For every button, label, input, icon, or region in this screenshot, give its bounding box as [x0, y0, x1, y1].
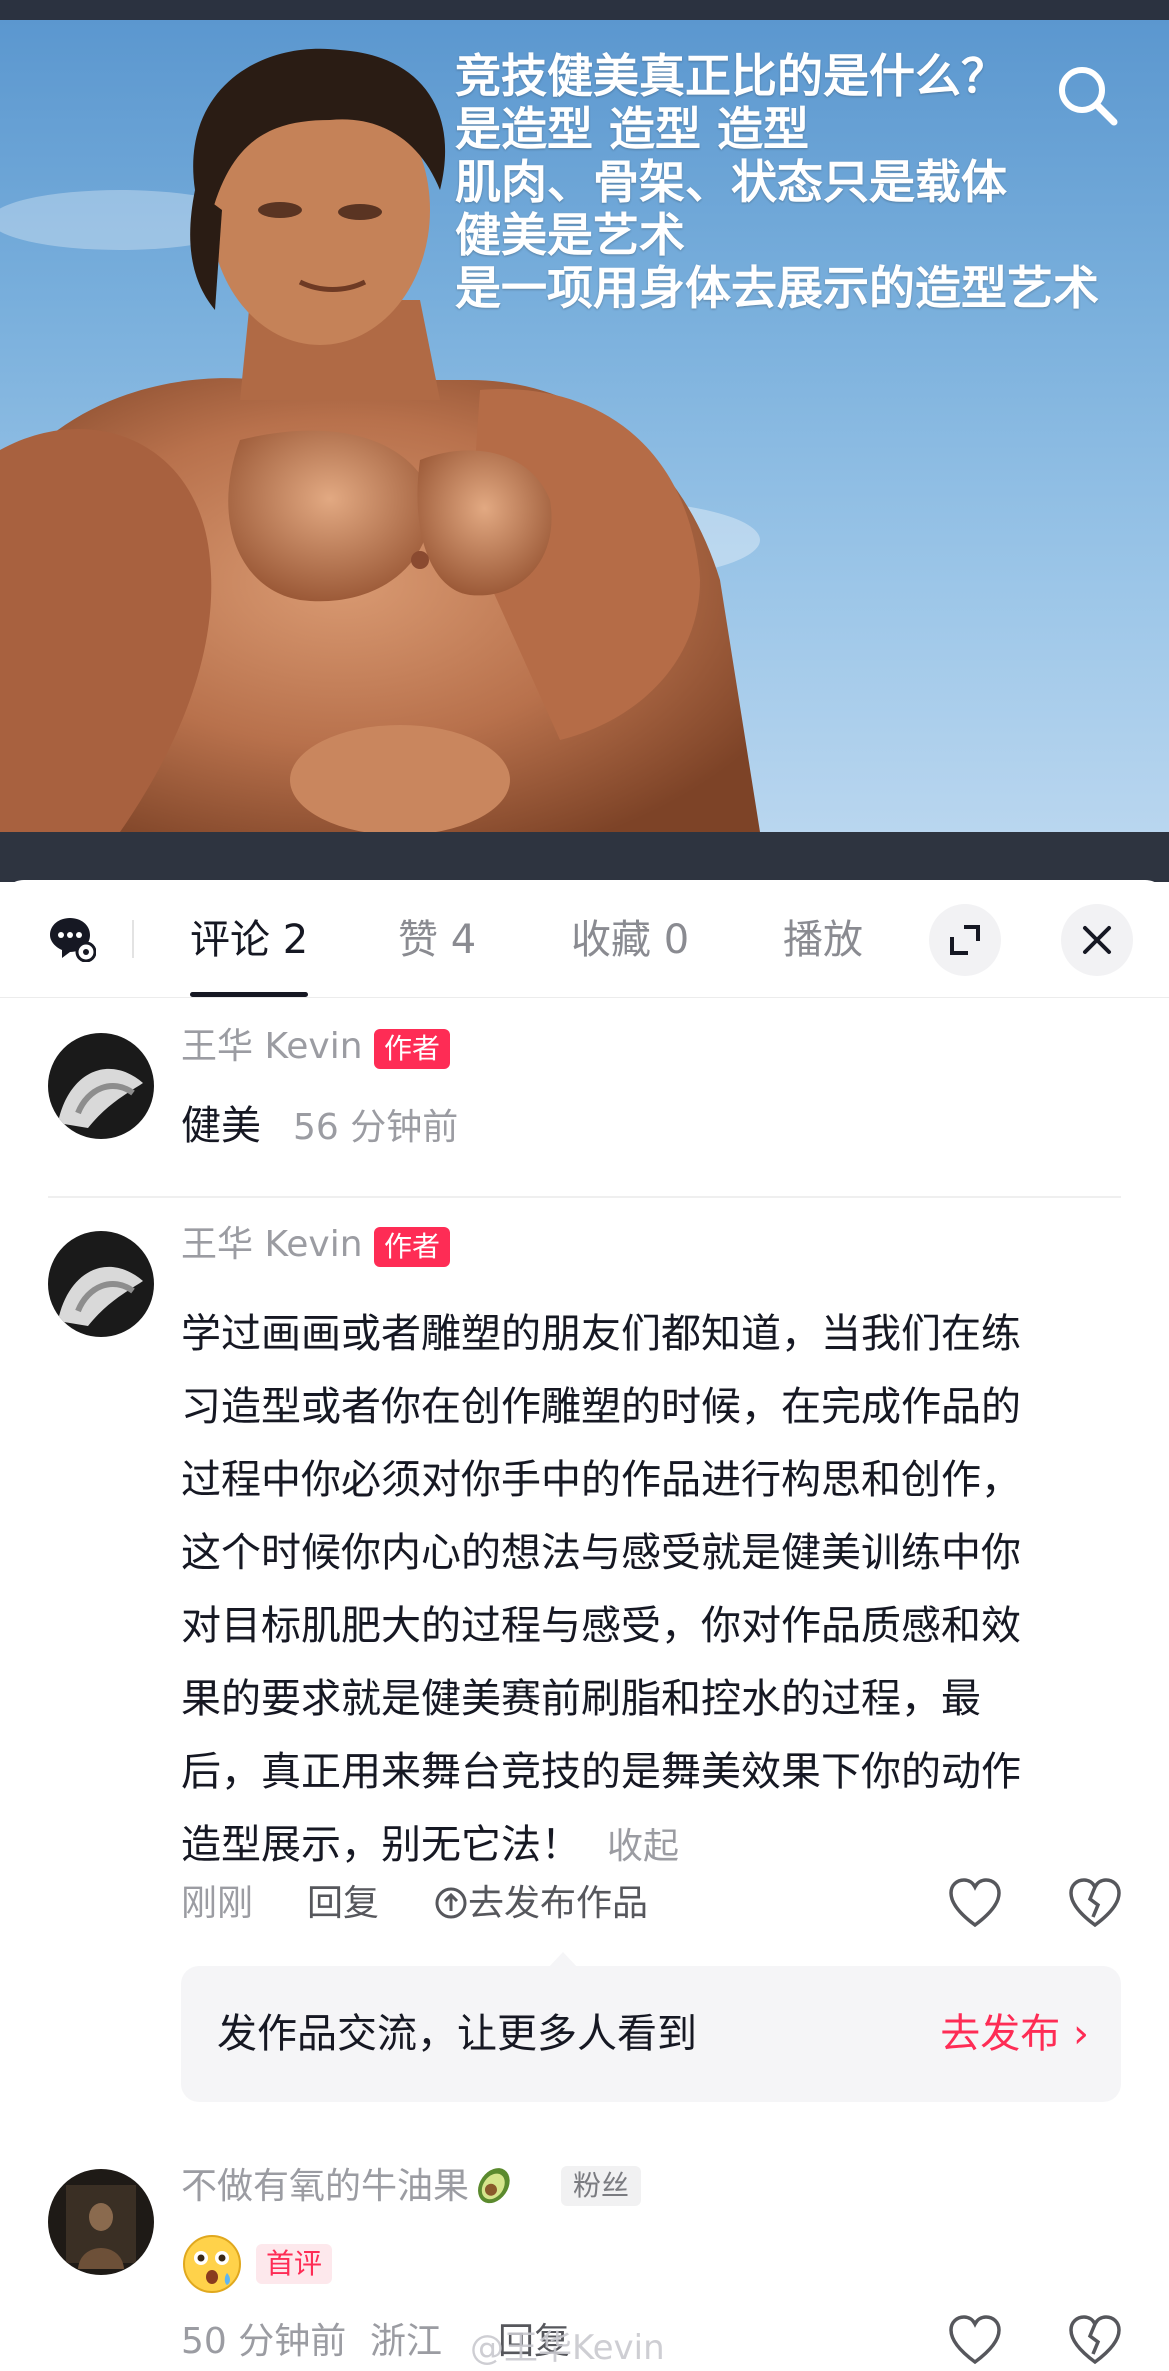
comment-line: 过程中你必须对你手中的作品进行构思和创作，: [181, 1457, 1021, 1503]
tab-likes[interactable]: 赞 4: [398, 914, 476, 966]
close-button[interactable]: [1061, 904, 1133, 976]
tab-comments[interactable]: 评论 2: [190, 914, 308, 966]
like-icon[interactable]: [946, 2312, 1004, 2370]
expand-icon: [950, 925, 980, 955]
caption-line: 健美是艺术: [455, 208, 685, 262]
comment-author-name[interactable]: 不做有氧的牛油果: [181, 2160, 519, 2209]
comment-line: 果的要求就是健美赛前刷脂和控水的过程，最: [181, 1676, 981, 1722]
fan-badge: 粉丝: [561, 2166, 642, 2206]
tab-divider: [132, 920, 134, 958]
publish-promo-card: 发作品交流，让更多人看到 去发布 ›: [181, 1966, 1121, 2102]
dislike-icon[interactable]: [1066, 2312, 1124, 2370]
comment-time: 50 分钟前: [181, 2321, 347, 2362]
promo-text: 发作品交流，让更多人看到: [217, 2011, 697, 2057]
avatar[interactable]: [48, 1033, 154, 1139]
tab-favorites[interactable]: 收藏 0: [571, 914, 689, 966]
video-player[interactable]: 竞技健美真正比的是什么？ 是造型 造型 造型 肌肉、骨架、状态只是载体 健美是艺…: [0, 20, 1169, 832]
avatar[interactable]: [48, 2169, 154, 2275]
caption-line: 是一项用身体去展示的造型艺术: [455, 261, 1099, 315]
video-bottom-bar: [0, 832, 1169, 882]
tab-plays[interactable]: 播放: [783, 914, 863, 966]
watermark: @王华Kevin: [470, 2328, 665, 2368]
comment-author-name[interactable]: 王华 Kevin: [181, 1223, 363, 1267]
publish-work-button[interactable]: 去发布作品: [434, 1882, 648, 1926]
comment-tabbar: 评论 2 赞 4 收藏 0 播放: [0, 880, 1169, 998]
like-icon[interactable]: [946, 1875, 1004, 1933]
comment-divider: [48, 1196, 1121, 1198]
comment-sheet: 评论 2 赞 4 收藏 0 播放 王华 Kevin 作者 健美 56 分钟前 王…: [0, 880, 1169, 2371]
comment-author-name[interactable]: 王华 Kevin: [181, 1025, 363, 1069]
collapse-link[interactable]: 收起: [607, 1826, 679, 1867]
author-badge: 作者: [374, 1227, 451, 1267]
active-tab-indicator: [190, 992, 308, 997]
surprised-emoji-icon: [183, 2235, 241, 2293]
close-icon: [1083, 926, 1111, 954]
comment-line: 学过画画或者雕塑的朋友们都知道，当我们在练: [181, 1311, 1021, 1357]
expand-button[interactable]: [929, 904, 1001, 976]
comment-line: 造型展示，别无它法！ 收起: [181, 1809, 1121, 1883]
go-publish-button[interactable]: 去发布 ›: [940, 2006, 1089, 2062]
author-badge: 作者: [374, 1029, 451, 1069]
comment-author-label: 不做有氧的牛油果: [181, 2166, 470, 2207]
status-bar: [0, 0, 1169, 20]
avocado-emoji-icon: [478, 2168, 510, 2204]
comment-text: 学过画画或者雕塑的朋友们都知道，当我们在练 习造型或者你在创作雕塑的时候，在完成…: [181, 1298, 1121, 1883]
comment-text: 健美: [181, 1103, 261, 1149]
comment-location: 浙江: [370, 2321, 443, 2362]
comment-line: 对目标肌肥大的过程与感受，你对作品质感和效: [181, 1603, 1021, 1649]
first-comment-badge: 首评: [256, 2244, 333, 2284]
comment-line-end: 造型展示，别无它法！: [181, 1822, 581, 1868]
comment-line: 这个时候你内心的想法与感受就是健美训练中你: [181, 1530, 1021, 1576]
upload-icon: [435, 1887, 467, 1919]
comment-line: 习造型或者你在创作雕塑的时候，在完成作品的: [181, 1384, 1021, 1430]
comment-time: 刚刚: [181, 1883, 254, 1924]
dislike-icon[interactable]: [1066, 1875, 1124, 1933]
comment-settings-icon[interactable]: [48, 914, 96, 962]
comment-time: 56 分钟前: [293, 1107, 459, 1148]
avatar[interactable]: [48, 1231, 154, 1337]
reply-button[interactable]: 回复: [307, 1882, 379, 1926]
search-icon[interactable]: [1052, 60, 1122, 130]
publish-work-label: 去发布作品: [468, 1883, 649, 1924]
caption-line: 肌肉、骨架、状态只是载体: [455, 155, 1007, 209]
comment-line: 后，真正用来舞台竞技的是舞美效果下你的动作: [181, 1749, 1021, 1795]
